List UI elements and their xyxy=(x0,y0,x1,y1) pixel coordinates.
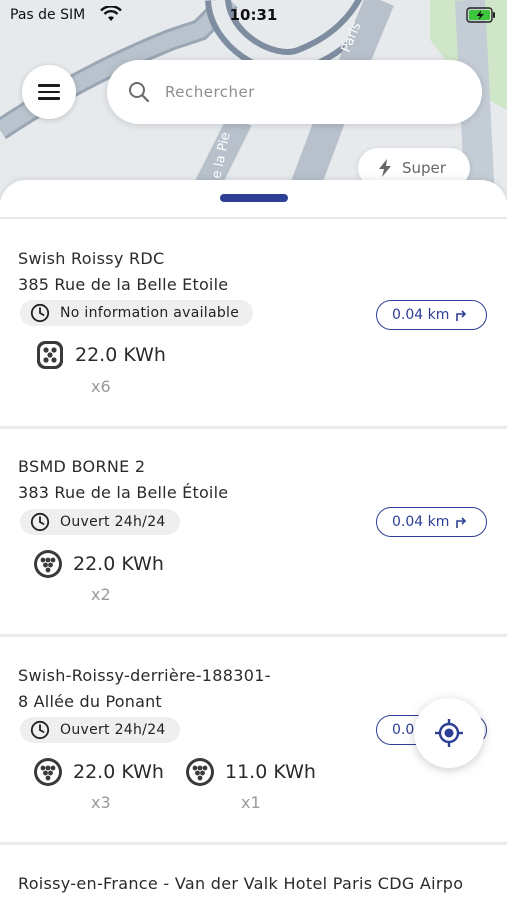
distance-directions-button[interactable]: 0.04 km xyxy=(376,300,487,330)
search-icon xyxy=(129,82,150,103)
stations-bottom-sheet[interactable]: Swish Roissy RDC 385 Rue de la Belle Eto… xyxy=(0,180,507,900)
connector-power: 22.0 KWh xyxy=(75,344,166,366)
opening-hours-badge: No information available xyxy=(20,300,254,326)
opening-hours-text: No information available xyxy=(60,305,240,321)
divider xyxy=(0,217,507,219)
station-card[interactable]: Roissy-en-France - Van der Valk Hotel Pa… xyxy=(0,845,507,900)
status-time: 10:31 xyxy=(229,6,278,24)
station-card[interactable]: Swish Roissy RDC 385 Rue de la Belle Eto… xyxy=(0,220,507,426)
station-address: 8 Allée du Ponant xyxy=(18,692,162,711)
filter-chip-label: Super xyxy=(402,159,446,177)
hamburger-menu-icon xyxy=(38,80,60,104)
opening-hours-text: Ouvert 24h/24 xyxy=(60,514,166,530)
station-address: 385 Rue de la Belle Etoile xyxy=(18,275,229,294)
connector-item: 11.0 KWh xyxy=(185,757,316,787)
opening-hours-badge: Ouvert 24h/24 xyxy=(20,717,180,743)
opening-hours-text: Ouvert 24h/24 xyxy=(60,722,166,738)
battery-charging-icon xyxy=(466,7,495,23)
opening-hours-badge: Ouvert 24h/24 xyxy=(20,509,180,535)
connector-item: 22.0 KWh xyxy=(35,340,166,370)
connector-count: x6 xyxy=(91,377,111,396)
sheet-drag-handle[interactable] xyxy=(220,194,288,202)
turn-right-icon xyxy=(456,517,467,528)
station-name: BSMD BORNE 2 xyxy=(18,457,146,476)
type2-plug-icon xyxy=(34,758,62,786)
turn-right-icon xyxy=(456,310,467,321)
search-input[interactable] xyxy=(165,80,455,104)
distance-text: 0.04 km xyxy=(392,307,450,323)
station-address: 383 Rue de la Belle Étoile xyxy=(18,483,229,502)
clock-icon xyxy=(30,720,50,740)
station-card[interactable]: BSMD BORNE 2 383 Rue de la Belle Étoile … xyxy=(0,429,507,635)
connector-count: x2 xyxy=(91,585,111,604)
clock-icon xyxy=(30,512,50,532)
status-bar: Pas de SIM 10:31 xyxy=(0,0,507,30)
connector-power: 22.0 KWh xyxy=(73,553,164,575)
connector-count: x1 xyxy=(241,793,261,812)
search-bar[interactable] xyxy=(107,60,482,124)
connector-power: 22.0 KWh xyxy=(73,761,164,783)
clock-icon xyxy=(30,303,50,323)
type2-plug-icon xyxy=(186,758,214,786)
my-location-button[interactable] xyxy=(414,698,484,768)
distance-text: 0.0 xyxy=(392,722,415,738)
type2-plug-icon xyxy=(37,341,63,369)
distance-text: 0.04 km xyxy=(392,514,450,530)
connector-item: 22.0 KWh xyxy=(33,757,164,787)
connector-count: x3 xyxy=(91,793,111,812)
menu-button[interactable] xyxy=(22,65,76,119)
station-name: Swish Roissy RDC xyxy=(18,249,165,268)
crosshair-location-icon xyxy=(435,719,463,747)
station-name: Swish-Roissy-derrière-188301- xyxy=(18,666,271,685)
station-name: Roissy-en-France - Van der Valk Hotel Pa… xyxy=(18,874,464,893)
type2-plug-icon xyxy=(34,550,62,578)
connector-power: 11.0 KWh xyxy=(225,761,316,783)
connector-item: 22.0 KWh xyxy=(33,549,164,579)
distance-directions-button[interactable]: 0.04 km xyxy=(376,507,487,537)
lightning-bolt-icon xyxy=(379,159,391,177)
